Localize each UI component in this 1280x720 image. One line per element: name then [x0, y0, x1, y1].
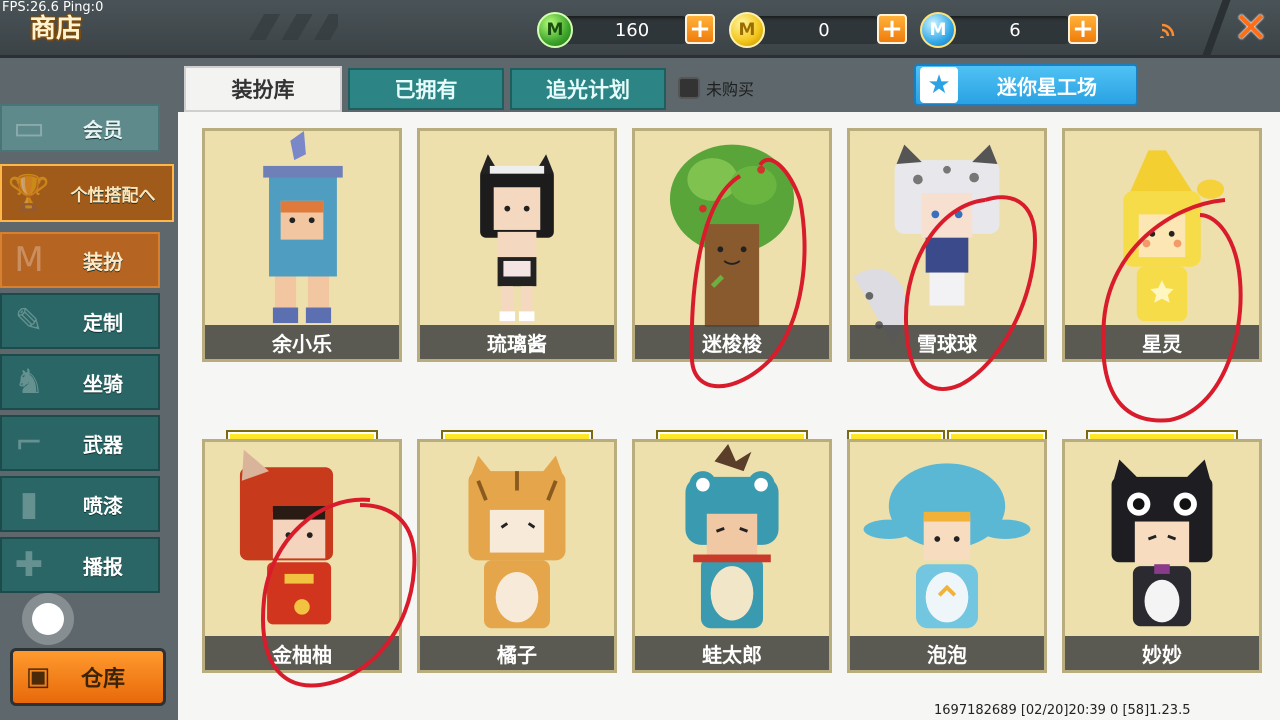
- warehouse-label: 仓库: [81, 667, 126, 692]
- brush-icon: ✎: [14, 301, 44, 341]
- character-art-paopao: [863, 463, 1031, 629]
- spray-icon: ▮: [19, 484, 39, 524]
- sidebar-item-costume[interactable]: M 装扮: [0, 232, 160, 288]
- sidebar-item-label: 定制: [83, 310, 123, 335]
- workshop-label: 迷你星工场: [997, 74, 1097, 99]
- member-icon: ▭: [12, 108, 46, 148]
- mini-coin-count: 6: [1009, 20, 1021, 41]
- sidebar-item-mount[interactable]: ♞ 坐骑: [0, 354, 160, 410]
- character-art-xingling: [1123, 150, 1225, 322]
- top-bar: FPS:26.6 Ping:0 商店 M 160 + M 0 + M 6 + ✕: [0, 0, 1280, 58]
- gem-icon: M: [537, 12, 573, 48]
- item-name: 泡泡: [850, 636, 1044, 670]
- sidebar-item-customize[interactable]: ✎ 定制: [0, 293, 160, 349]
- tab-costume-library[interactable]: 装扮库: [184, 66, 342, 112]
- sidebar-item-label: 坐骑: [83, 371, 123, 396]
- currency-gold: M 0 +: [729, 12, 907, 48]
- gun-icon: ⌐: [14, 423, 44, 463]
- sidebar-item-label: 装扮: [83, 249, 123, 274]
- floating-joystick[interactable]: [22, 593, 74, 645]
- sidebar-item-spray[interactable]: ▮ 喷漆: [0, 476, 160, 532]
- main-panel: 装扮库 已拥有 追光计划 未购买 ★ 迷你星工场 余小乐 琉璃酱 迷梭梭 雪球球…: [178, 58, 1280, 720]
- header-divider: [1201, 0, 1231, 58]
- close-button[interactable]: ✕: [1228, 3, 1274, 52]
- item-card-watailang[interactable]: 蛙太郎: [632, 439, 832, 673]
- sidebar-item-member[interactable]: ▭ 会员: [0, 104, 160, 152]
- sidebar-item-label: 会员: [83, 117, 123, 142]
- item-name: 余小乐: [205, 325, 399, 359]
- item-card-xueqiuqiu[interactable]: 雪球球: [847, 128, 1047, 362]
- sidebar-item-label: 武器: [83, 432, 123, 457]
- mini-star-workshop-button[interactable]: ★ 迷你星工场: [914, 64, 1138, 106]
- item-grid: 余小乐 琉璃酱 迷梭梭 雪球球 星灵 金柚柚 橘子 蛙太郎 泡泡 妙妙: [178, 112, 1280, 720]
- mini-coin-icon: M: [920, 12, 956, 48]
- sidebar: ▭ 会员 🏆 个性搭配へ M 装扮 ✎ 定制 ♞ 坐骑 ⌐ 武器 ▮ 喷漆 ✚ …: [0, 58, 178, 720]
- item-card-liulijiang[interactable]: 琉璃酱: [417, 128, 617, 362]
- sidebar-group-personal-style[interactable]: 🏆 个性搭配へ: [0, 164, 174, 222]
- item-name: 琉璃酱: [420, 325, 614, 359]
- character-art-miaomiao: [1111, 459, 1213, 627]
- character-art-watailang: [685, 443, 779, 629]
- character-art-liulijiang: [480, 154, 554, 324]
- gold-count: 0: [818, 20, 830, 41]
- item-card-xingling[interactable]: 星灵: [1062, 128, 1262, 362]
- unpurchased-filter[interactable]: 未购买: [678, 76, 754, 100]
- currency-mini: M 6 +: [920, 12, 1098, 48]
- gem-count: 160: [614, 20, 650, 41]
- trophy-icon: 🏆: [7, 173, 51, 213]
- version-info: 1697182689 [02/20]20:39 0 [58]1.23.5: [934, 703, 1191, 718]
- item-name: 金柚柚: [205, 636, 399, 670]
- item-name: 星灵: [1065, 325, 1259, 359]
- sidebar-item-label: 播报: [83, 554, 123, 579]
- item-card-jinyouyou[interactable]: 金柚柚: [202, 439, 402, 673]
- star-icon: ★: [920, 67, 958, 103]
- item-card-paopao[interactable]: 泡泡: [847, 439, 1047, 673]
- item-name: 蛙太郎: [635, 636, 829, 670]
- currency-gem: M 160 +: [537, 12, 715, 48]
- signal-icon: [1160, 20, 1178, 43]
- add-gold-button[interactable]: +: [877, 14, 907, 44]
- character-art-xueqiuqiu: [853, 144, 1000, 345]
- unpurchased-label: 未购买: [706, 80, 755, 99]
- item-name: 橘子: [420, 636, 614, 670]
- item-card-juzi[interactable]: 橘子: [417, 439, 617, 673]
- item-name: 雪球球: [850, 325, 1044, 359]
- character-art-yuxiaole: [263, 131, 343, 324]
- character-art-juzi: [468, 455, 566, 629]
- tab-light-chase-plan[interactable]: 追光计划: [510, 68, 666, 110]
- page-title: 商店: [30, 14, 83, 44]
- character-art-jinyouyou: [239, 449, 334, 625]
- joystick-knob: [32, 603, 64, 635]
- item-card-yuxiaole[interactable]: 余小乐: [202, 128, 402, 362]
- item-name: 迷梭梭: [635, 325, 829, 359]
- add-gem-button[interactable]: +: [685, 14, 715, 44]
- warehouse-button[interactable]: ▣ 仓库: [10, 648, 166, 706]
- item-card-miaomiao[interactable]: 妙妙: [1062, 439, 1262, 673]
- add-mini-coin-button[interactable]: +: [1068, 14, 1098, 44]
- sidebar-item-label: 个性搭配へ: [70, 185, 156, 206]
- sidebar-item-label: 喷漆: [83, 493, 123, 518]
- header-decoration: [248, 14, 338, 40]
- character-art-misuosuo: [669, 144, 795, 327]
- item-name: 妙妙: [1065, 636, 1259, 670]
- mount-icon: ♞: [13, 362, 45, 402]
- tab-owned[interactable]: 已拥有: [348, 68, 504, 110]
- broadcast-icon: ✚: [14, 545, 44, 585]
- costume-icon: M: [14, 240, 44, 280]
- item-card-misuosuo[interactable]: 迷梭梭: [632, 128, 832, 362]
- sidebar-item-weapon[interactable]: ⌐ 武器: [0, 415, 160, 471]
- gold-coin-icon: M: [729, 12, 765, 48]
- unpurchased-checkbox[interactable]: [678, 77, 700, 99]
- chest-icon: ▣: [25, 662, 51, 692]
- sidebar-item-broadcast[interactable]: ✚ 播报: [0, 537, 160, 593]
